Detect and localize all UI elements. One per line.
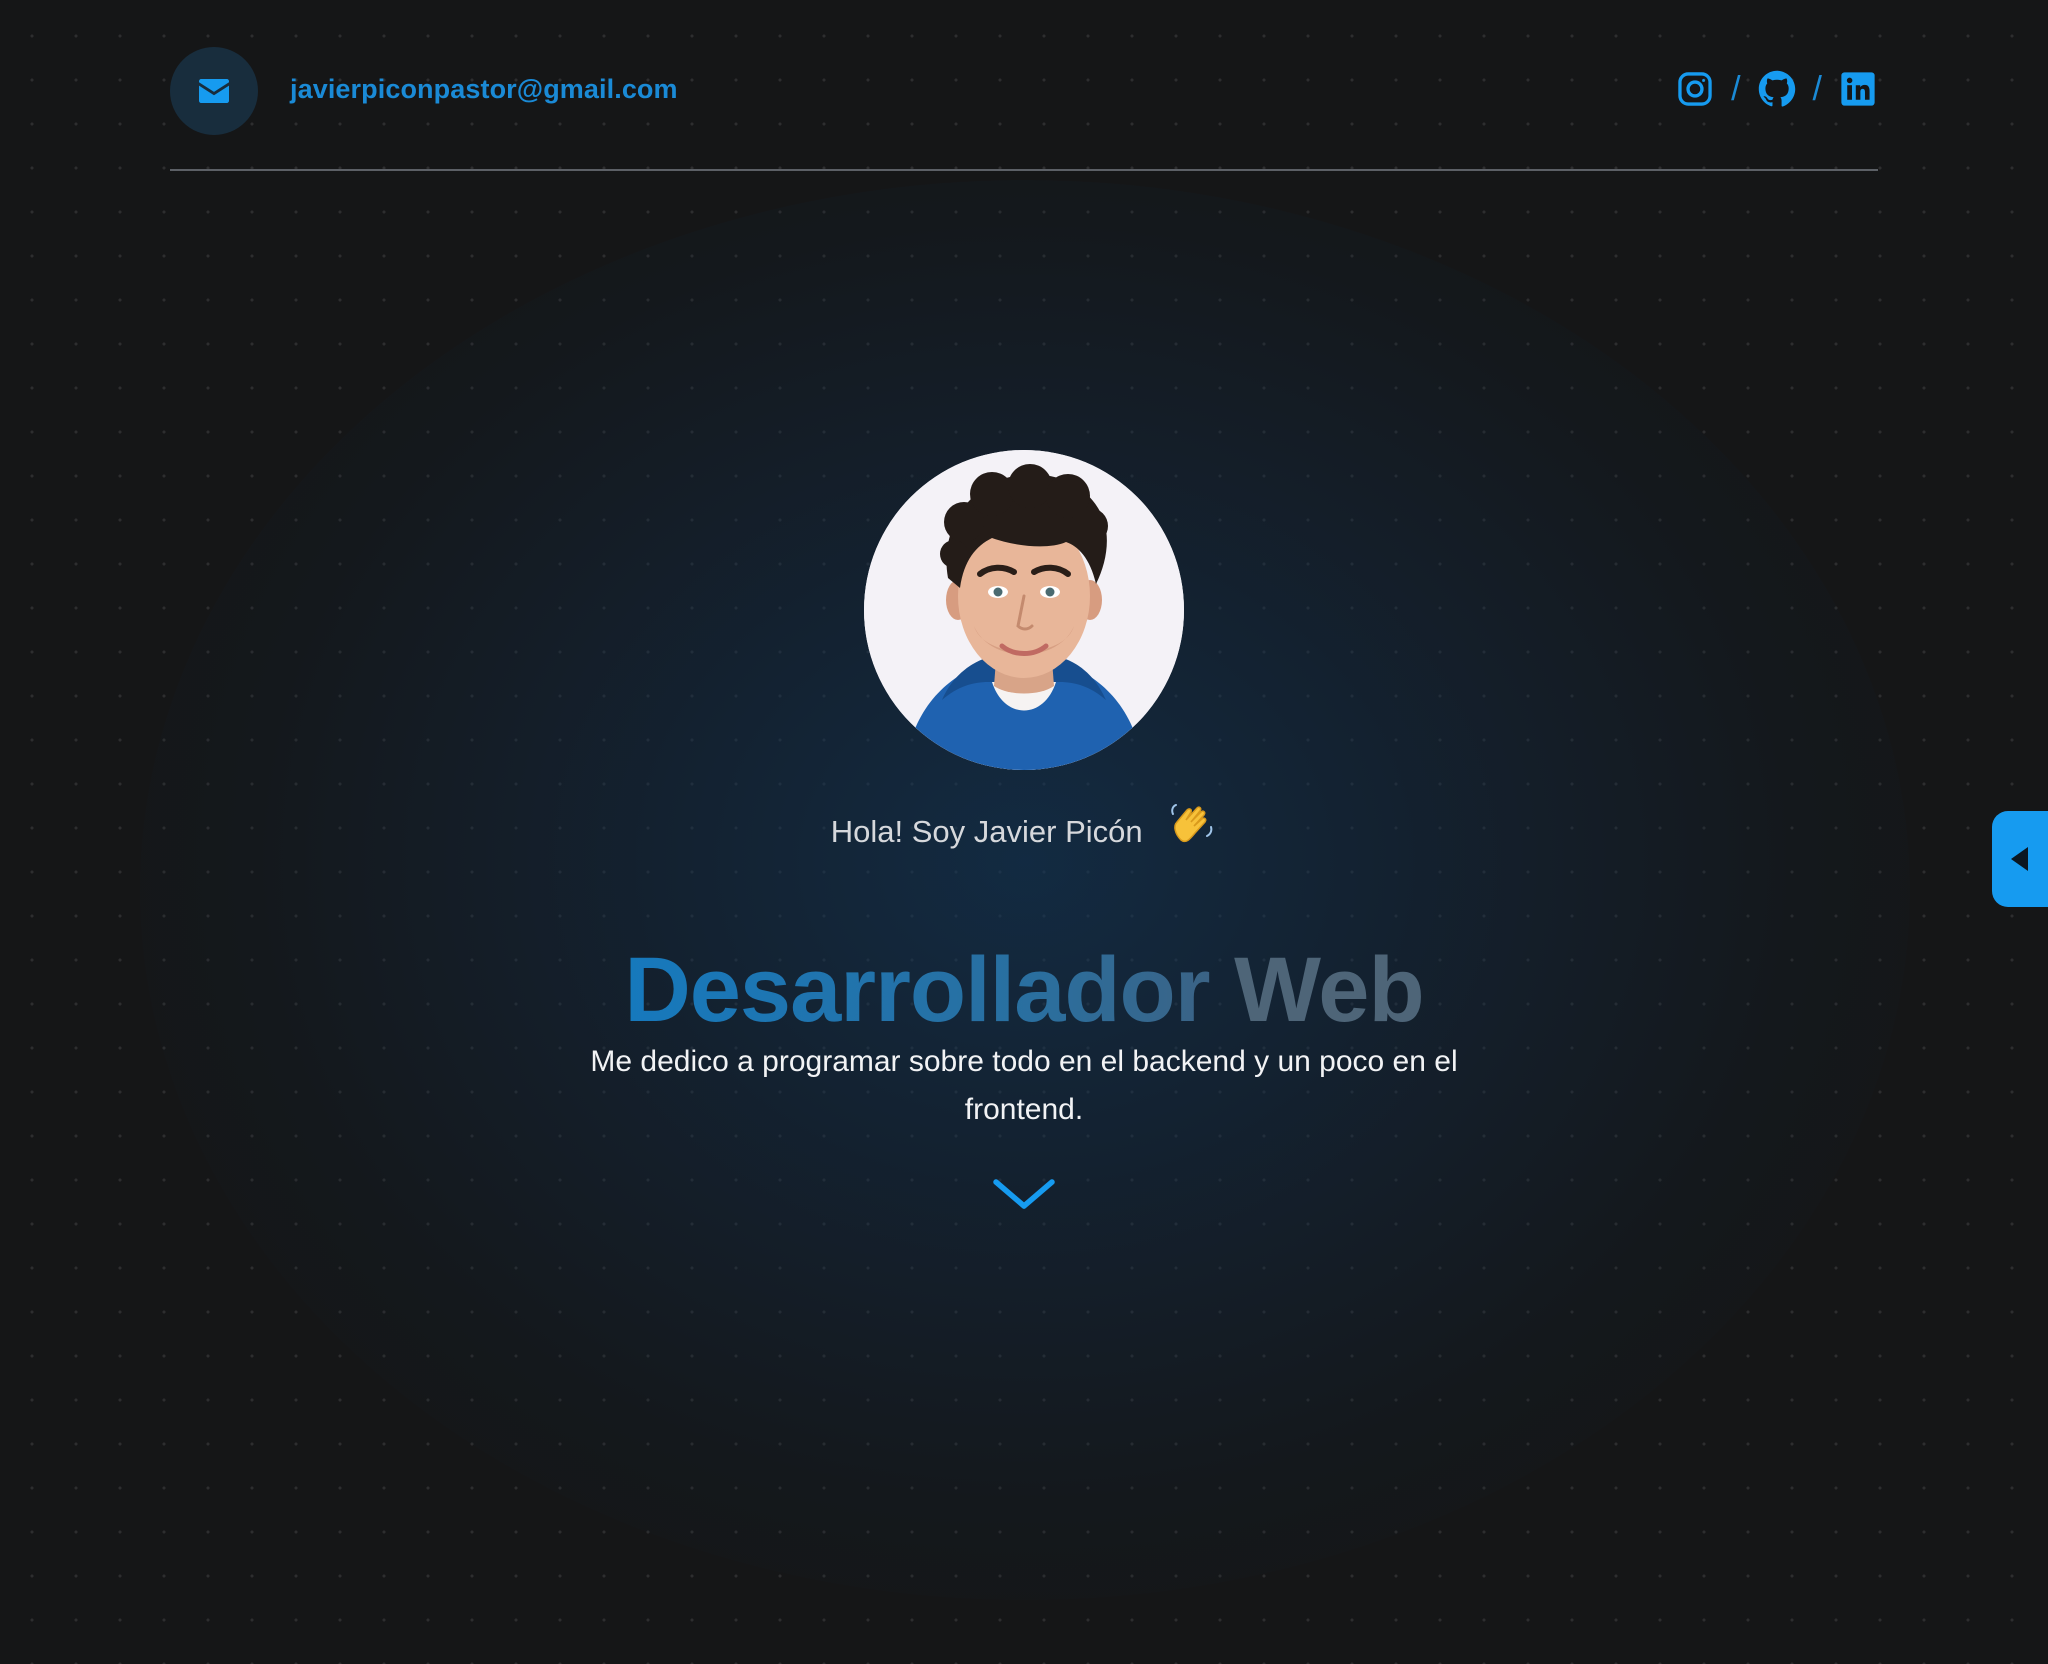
hero-description: Me dedico a programar sobre todo en el b… — [590, 1045, 1458, 1126]
instagram-link[interactable] — [1675, 69, 1715, 109]
github-link[interactable] — [1757, 69, 1797, 109]
instagram-icon — [1678, 72, 1712, 106]
envelope-icon — [199, 79, 229, 103]
title-web: Web — [1234, 938, 1425, 1041]
side-panel-toggle[interactable] — [1992, 811, 2048, 907]
mail-icon-circle[interactable] — [170, 47, 258, 135]
profile-photo-illustration — [864, 450, 1184, 770]
linkedin-link[interactable] — [1838, 69, 1878, 109]
greeting: Hola! Soy Javier Picón — [0, 800, 2048, 850]
page-title: Desarrollador Web — [0, 934, 2048, 1046]
profile-photo — [864, 450, 1184, 770]
social-separator: / — [1812, 70, 1822, 108]
github-icon — [1758, 70, 1795, 107]
email-link[interactable]: javierpiconpastor@gmail.com — [290, 74, 678, 105]
scroll-down-button[interactable] — [990, 1172, 1058, 1216]
waving-hand-icon — [1167, 800, 1217, 848]
social-separator: / — [1731, 70, 1741, 108]
title-desarrollador: Desarrollador — [624, 938, 1210, 1041]
social-links: / / — [1675, 69, 1878, 109]
chevron-down-icon — [993, 1179, 1055, 1209]
caret-left-icon — [2011, 847, 2028, 871]
background-glow — [140, 180, 1910, 1600]
linkedin-icon — [1841, 72, 1875, 106]
page: javierpiconpastor@gmail.com / / Hola! So… — [0, 0, 2048, 1664]
greeting-text: Hola! Soy Javier Picón — [830, 814, 1143, 849]
header: javierpiconpastor@gmail.com / / — [170, 47, 1878, 171]
